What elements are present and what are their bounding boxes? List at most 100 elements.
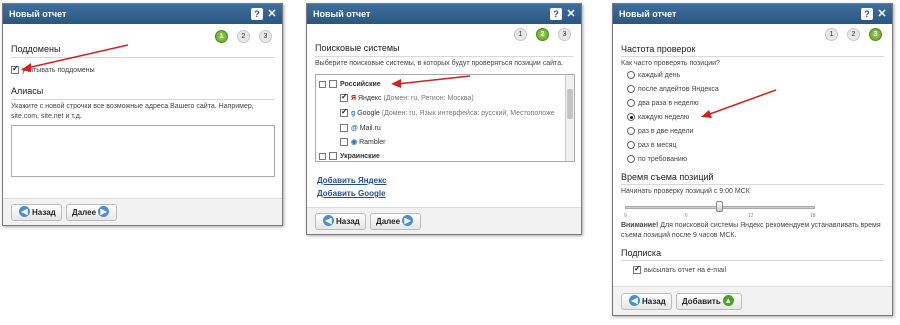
- back-button[interactable]: ◀ Назад: [621, 293, 672, 310]
- group-checkbox[interactable]: [329, 80, 337, 88]
- dialog-titlebar: Новый отчет ? ✕: [3, 4, 282, 24]
- divider: [621, 184, 884, 185]
- freq-option-label: каждую неделю: [638, 114, 690, 121]
- close-icon[interactable]: ✕: [565, 8, 577, 20]
- step-1: 1: [514, 28, 527, 41]
- slider-tick: 6: [685, 213, 688, 219]
- report-dialog-step3: Новый отчет ? ✕ 1 2 3 Частота проверок К…: [612, 3, 893, 316]
- radio-button[interactable]: [627, 127, 635, 136]
- next-button[interactable]: Далее ▶: [66, 204, 118, 221]
- dialog-footer: ◀ Назад Далее ▶: [307, 207, 581, 234]
- engine-checkbox[interactable]: [340, 107, 348, 117]
- step-1: 1: [825, 28, 838, 41]
- step-3: 3: [259, 30, 272, 43]
- help-icon[interactable]: ?: [251, 8, 263, 20]
- radio-button[interactable]: [627, 99, 635, 108]
- help-icon[interactable]: ?: [861, 8, 873, 20]
- divider: [11, 99, 274, 100]
- subscription-checkbox[interactable]: [633, 264, 641, 275]
- google-icon: g: [351, 109, 356, 117]
- freq-option-label: раз в две недели: [638, 128, 694, 135]
- report-dialog-step1: Новый отчет ? ✕ 1 2 3 Поддомены учитыват…: [2, 3, 283, 226]
- freq-option[interactable]: по требованию: [627, 155, 687, 165]
- add-button-label: Добавить: [682, 297, 721, 306]
- freq-option-label: два раза в неделю: [638, 100, 699, 107]
- expand-icon[interactable]: [319, 152, 326, 160]
- freq-option[interactable]: раз в месяц: [627, 141, 677, 151]
- add-yandex-link[interactable]: Добавить Яндекс: [317, 176, 386, 185]
- back-button[interactable]: ◀ Назад: [315, 213, 366, 230]
- arrow-left-icon: ◀: [19, 206, 30, 218]
- tree-group-russian[interactable]: Российские: [319, 80, 381, 88]
- dialog-footer: ◀ Назад Далее ▶: [3, 198, 282, 225]
- engine-row[interactable]: Я Яндекс (Домен: ru, Регион: Москва): [340, 92, 474, 102]
- engine-row[interactable]: ◉ Rambler: [340, 138, 386, 147]
- subscription-option[interactable]: высылать отчет на e-mail: [633, 264, 726, 276]
- engine-row[interactable]: @ Mail.ru: [340, 124, 381, 132]
- radio-button[interactable]: [627, 155, 635, 164]
- radio-button[interactable]: [627, 71, 635, 80]
- subdomains-checkbox[interactable]: [11, 64, 19, 75]
- engine-checkbox[interactable]: [340, 124, 348, 132]
- report-dialog-step2: Новый отчет ? ✕ 1 2 3 Поисковые системы …: [306, 3, 582, 235]
- search-engines-title: Поисковые системы: [315, 43, 400, 53]
- step-2: 2: [237, 30, 250, 43]
- dialog-title: Новый отчет: [9, 9, 67, 19]
- next-button-label: Далее: [376, 217, 401, 226]
- engine-name: Mail.ru: [359, 124, 381, 132]
- radio-button[interactable]: [627, 85, 635, 94]
- warning-text-line1: Для поисковой системы Яндекс рекомендуем…: [658, 222, 881, 229]
- dialog-title: Новый отчет: [619, 9, 677, 19]
- frequency-question: Как часто проверять позиции?: [621, 60, 720, 67]
- freq-option[interactable]: каждый день: [627, 71, 680, 81]
- yandex-icon: Я: [351, 94, 357, 102]
- arrow-up-icon: ▲: [722, 295, 734, 307]
- back-button-label: Назад: [32, 208, 56, 217]
- next-button[interactable]: Далее ▶: [370, 213, 422, 230]
- step-indicator: 1 2 3: [514, 28, 571, 41]
- tree-group-ukrainian[interactable]: Украинские: [319, 152, 380, 160]
- add-button[interactable]: Добавить ▲: [676, 293, 742, 310]
- arrow-right-icon: ▶: [98, 206, 110, 218]
- divider: [315, 56, 573, 57]
- arrow-left-icon: ◀: [629, 295, 640, 307]
- freq-option-label: по требованию: [638, 156, 688, 163]
- step-2: 2: [847, 28, 860, 41]
- aliases-textarea[interactable]: [11, 125, 275, 177]
- time-title: Время съема позиций: [621, 172, 714, 182]
- engine-checkbox[interactable]: [340, 138, 348, 147]
- dialog-titlebar: Новый отчет ? ✕: [307, 4, 581, 24]
- dialog-titlebar: Новый отчет ? ✕: [613, 4, 892, 24]
- engine-row[interactable]: g Google (Домен: ru, Язык интерфейса: ру…: [340, 107, 555, 117]
- warning-note: Внимание! Для поисковой системы Яндекс р…: [621, 221, 891, 241]
- radio-button-selected[interactable]: [627, 113, 635, 122]
- subdomains-option[interactable]: учитывать поддомены: [11, 64, 95, 76]
- help-icon[interactable]: ?: [550, 8, 562, 20]
- engine-checkbox[interactable]: [340, 92, 348, 102]
- step-indicator: 1 2 3: [825, 28, 882, 41]
- frequency-title: Частота проверок: [621, 44, 696, 54]
- tree-scrollbar[interactable]: [565, 75, 574, 161]
- divider: [621, 260, 884, 261]
- close-icon[interactable]: ✕: [876, 8, 888, 20]
- aliases-title: Алиасы: [11, 86, 44, 96]
- engine-name: Google: [357, 109, 380, 117]
- collapse-icon[interactable]: [319, 80, 326, 88]
- add-google-link[interactable]: Добавить Google: [317, 189, 386, 198]
- close-icon[interactable]: ✕: [266, 8, 278, 20]
- step-3: 3: [558, 28, 571, 41]
- radio-button[interactable]: [627, 141, 635, 150]
- freq-option-selected[interactable]: каждую неделю: [627, 113, 689, 123]
- freq-option-label: каждый день: [638, 72, 681, 79]
- freq-option[interactable]: раз в две недели: [627, 127, 693, 137]
- freq-option[interactable]: два раза в неделю: [627, 99, 699, 109]
- back-button[interactable]: ◀ Назад: [11, 204, 62, 221]
- group-label: Украинские: [340, 152, 380, 160]
- time-slider-thumb[interactable]: [716, 201, 723, 212]
- freq-option-label: после апдейтов Яндекса: [638, 86, 719, 93]
- group-checkbox[interactable]: [329, 152, 337, 160]
- scrollbar-thumb[interactable]: [567, 89, 573, 119]
- step-2: 2: [536, 28, 549, 41]
- dialog-title: Новый отчет: [313, 9, 371, 19]
- freq-option[interactable]: после апдейтов Яндекса: [627, 85, 719, 95]
